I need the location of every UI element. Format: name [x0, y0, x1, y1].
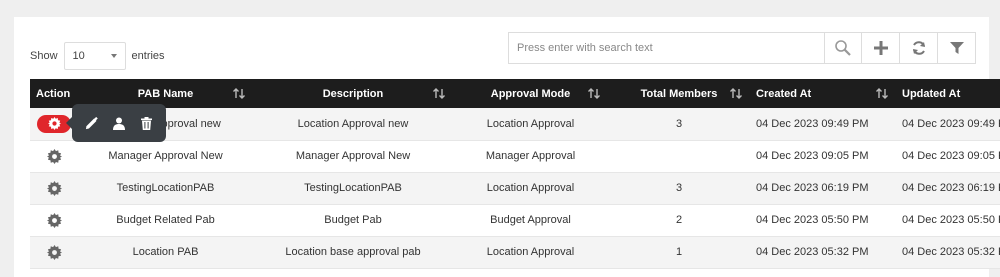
action-button[interactable] — [30, 244, 78, 260]
show-label: Show — [30, 50, 58, 62]
gear-icon — [46, 212, 62, 228]
cell-created-at: 04 Dec 2023 06:19 PM — [756, 182, 869, 194]
cell-description: Manager Approval New — [295, 150, 411, 162]
page-size-select[interactable]: 10 — [63, 42, 126, 70]
header-approval-mode[interactable]: Approval Mode — [453, 79, 608, 108]
sort-icon — [876, 88, 888, 99]
cell-total-members: 3 — [675, 117, 683, 130]
header-description[interactable]: Description — [253, 79, 453, 108]
cell-approval-mode: Budget Approval — [490, 214, 571, 226]
gear-icon — [46, 244, 62, 260]
cell-updated-at: 04 Dec 2023 06:19 PM — [902, 182, 1000, 194]
cell-updated-at: 04 Dec 2023 05:50 PM — [902, 214, 1000, 226]
cell-pab-name: Location PAB — [132, 246, 199, 258]
table-row: Budget Related Pab Budget Pab Budget App… — [30, 204, 1000, 236]
cell-created-at: 04 Dec 2023 05:50 PM — [756, 214, 869, 226]
members-button[interactable] — [109, 113, 129, 133]
sort-icon — [730, 88, 742, 99]
delete-button[interactable] — [136, 113, 156, 133]
entries-label: entries — [131, 50, 165, 62]
plus-icon — [873, 41, 888, 55]
sort-icon — [588, 88, 600, 99]
table-row: Manager Approval New Manager Approval Ne… — [30, 140, 1000, 172]
chevron-down-icon — [110, 54, 117, 58]
action-popover — [66, 104, 166, 142]
cell-total-members: 3 — [675, 182, 683, 194]
edit-button[interactable] — [82, 113, 102, 133]
action-button[interactable] — [30, 180, 78, 196]
refresh-icon — [912, 41, 925, 55]
filter-icon — [949, 42, 964, 54]
gear-icon — [47, 117, 61, 131]
cell-pab-name: Manager Approval New — [108, 150, 223, 162]
cell-approval-mode: Location Approval — [486, 182, 575, 194]
cell-description: Budget Pab — [324, 214, 382, 226]
header-updated-at[interactable]: Updated At — [896, 79, 1000, 108]
cell-description: Location base approval pab — [285, 246, 421, 258]
cell-created-at: 04 Dec 2023 09:05 PM — [756, 150, 869, 162]
search-toolbar — [508, 32, 976, 64]
pab-table: Action PAB Name Description Approval Mod… — [30, 79, 1000, 269]
table-row: TestingLocationPAB TestingLocationPAB Lo… — [30, 172, 1000, 204]
cell-total-members: 2 — [675, 214, 683, 226]
page-size-value: 10 — [72, 50, 85, 62]
cell-created-at: 04 Dec 2023 09:49 PM — [756, 117, 869, 130]
cell-created-at: 04 Dec 2023 05:32 PM — [756, 246, 869, 258]
cell-description: TestingLocationPAB — [304, 182, 402, 194]
cell-updated-at: 04 Dec 2023 09:49 PM — [902, 117, 1000, 130]
cell-approval-mode: Location Approval — [486, 246, 575, 258]
cell-total-members: 1 — [675, 246, 683, 258]
header-total-members[interactable]: Total Members — [608, 79, 750, 108]
search-input[interactable] — [508, 32, 824, 64]
delete-icon — [140, 116, 152, 130]
sort-icon — [433, 88, 445, 99]
cell-pab-name: TestingLocationPAB — [116, 182, 215, 194]
action-button[interactable] — [30, 148, 78, 164]
search-icon — [835, 40, 851, 56]
table-card: Show 10 entries Action PAB Name — [14, 17, 1000, 277]
popover-arrow — [66, 117, 72, 129]
gear-icon — [46, 180, 62, 196]
filter-button[interactable] — [938, 32, 976, 64]
header-action: Action — [36, 87, 71, 100]
cell-description: Location Approval new — [297, 117, 409, 130]
gear-icon — [46, 148, 62, 164]
user-icon — [112, 117, 125, 130]
cell-total-members — [608, 140, 750, 172]
cell-updated-at: 04 Dec 2023 09:05 PM — [902, 150, 1000, 162]
cell-approval-mode: Location Approval — [486, 117, 575, 130]
cell-approval-mode: Manager Approval — [485, 150, 576, 162]
search-button[interactable] — [824, 32, 862, 64]
table-row: Location Approval new Location Approval … — [30, 108, 1000, 140]
refresh-button[interactable] — [900, 32, 938, 64]
sort-icon — [233, 88, 245, 99]
add-button[interactable] — [862, 32, 900, 64]
action-button[interactable] — [30, 212, 78, 228]
header-created-at[interactable]: Created At — [750, 79, 896, 108]
table-header-row: Action PAB Name Description Approval Mod… — [30, 79, 1000, 108]
cell-pab-name: Budget Related Pab — [116, 214, 215, 226]
show-entries: Show 10 entries — [30, 42, 165, 70]
table-row: Location PAB Location base approval pab … — [30, 236, 1000, 268]
edit-icon — [86, 116, 98, 129]
cell-updated-at: 04 Dec 2023 05:32 PM — [902, 246, 1000, 258]
